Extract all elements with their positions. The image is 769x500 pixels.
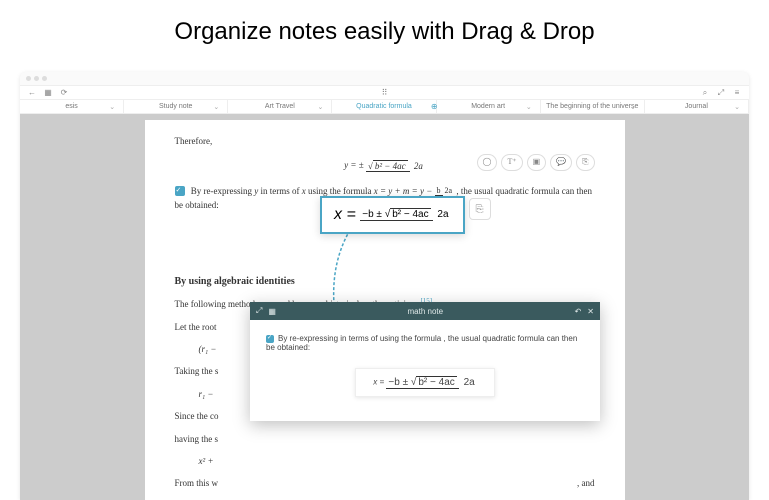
- tab-journal[interactable]: Journal ⌄: [645, 100, 749, 113]
- action-toolbar: ◯ T⁺ ▣ 💬 ⎘: [477, 154, 595, 171]
- chevron-down-icon[interactable]: ⌄: [318, 103, 324, 111]
- menu-icon[interactable]: ≡: [733, 89, 741, 97]
- back-icon[interactable]: ←: [28, 89, 36, 97]
- chevron-down-icon[interactable]: ⌄: [734, 103, 740, 111]
- note-title: math note: [407, 307, 443, 316]
- tab-study-note[interactable]: Study note ⌄: [124, 100, 228, 113]
- chevron-down-icon[interactable]: ⌄: [630, 103, 636, 111]
- close-icon[interactable]: ✕: [587, 307, 594, 316]
- text-tool-icon[interactable]: T⁺: [501, 154, 522, 171]
- grid-view-icon[interactable]: ▦: [44, 89, 52, 97]
- formula-lhs: x =: [373, 378, 384, 387]
- tab-art-travel[interactable]: Art Travel ⌄: [228, 100, 332, 113]
- tab-quadratic-formula[interactable]: Quadratic formula⊕: [332, 100, 436, 113]
- floating-note-window[interactable]: ⤢ ▦ math note ↶ ✕ By re-expressing in te…: [250, 302, 600, 421]
- grid-icon[interactable]: ▦: [268, 307, 276, 316]
- expand-arrows-icon[interactable]: ⤢: [256, 306, 262, 316]
- tab-bar: esis ⌄ Study note ⌄ Art Travel ⌄ Quadratic …: [20, 100, 749, 114]
- top-toolbar: ← ▦ ⟳ ⠿ ⌕ ⤢ ≡: [20, 86, 749, 100]
- search-icon[interactable]: ⌕: [701, 89, 709, 97]
- formula-den: 2a: [412, 161, 425, 171]
- checkbox-icon[interactable]: [266, 335, 274, 343]
- apps-grid-icon[interactable]: ⠿: [381, 89, 389, 97]
- heading-algebraic: By using algebraic identities: [175, 274, 595, 290]
- formula-lhs: x =: [334, 206, 356, 223]
- note-titlebar[interactable]: ⤢ ▦ math note ↶ ✕: [250, 302, 600, 320]
- image-tool-icon[interactable]: ▣: [527, 154, 547, 171]
- traffic-minimize[interactable]: [34, 76, 39, 81]
- formula-lhs: y = ±: [344, 160, 364, 170]
- tab-label: Art Travel: [265, 103, 295, 110]
- chevron-down-icon[interactable]: ⌄: [109, 103, 115, 111]
- refresh-icon[interactable]: ⟳: [60, 89, 68, 97]
- tab-label: Study note: [159, 103, 192, 110]
- chevron-down-icon[interactable]: ⌄: [213, 103, 219, 111]
- app-window: ← ▦ ⟳ ⠿ ⌕ ⤢ ≡ esis ⌄ Study note ⌄ Art Trav…: [20, 72, 749, 500]
- highlight-icon[interactable]: ◯: [477, 154, 498, 171]
- checkbox-icon[interactable]: [175, 186, 185, 196]
- tab-esis[interactable]: esis ⌄: [20, 100, 124, 113]
- comment-icon[interactable]: 💬: [550, 154, 572, 171]
- chevron-down-icon[interactable]: ⌄: [526, 103, 532, 111]
- link-icon[interactable]: ⎘: [576, 154, 594, 171]
- note-paragraph: By re-expressing in terms of using the f…: [266, 334, 584, 352]
- note-body[interactable]: By re-expressing in terms of using the f…: [250, 320, 600, 421]
- copy-icon[interactable]: ⎘: [469, 198, 491, 220]
- tab-modern-art[interactable]: Modern art ⌄: [437, 100, 541, 113]
- tab-label: esis: [65, 103, 77, 110]
- note-formula-card[interactable]: x = −b ± b² − 4ac 2a: [355, 368, 495, 397]
- window-titlebar: [20, 72, 749, 86]
- tab-label: Quadratic formula: [356, 103, 412, 110]
- tab-label: Modern art: [471, 103, 505, 110]
- tab-beginning-universe[interactable]: The beginning of the universe⌄: [541, 100, 645, 113]
- paragraph-therefore: Therefore,: [175, 134, 595, 148]
- tab-label: The beginning of the universe: [546, 103, 638, 110]
- dragged-formula-card[interactable]: x = −b ± b² − 4ac 2a ⎘: [320, 196, 465, 234]
- expr-x2: x² +: [199, 454, 595, 468]
- paragraph-having: having the s: [175, 432, 595, 446]
- expand-icon[interactable]: ⤢: [717, 89, 725, 97]
- marketing-headline: Organize notes easily with Drag & Drop: [0, 0, 769, 56]
- paragraph-from: From this w , and: [175, 476, 595, 490]
- tab-label: Journal: [685, 103, 708, 110]
- traffic-zoom[interactable]: [42, 76, 47, 81]
- traffic-close[interactable]: [26, 76, 31, 81]
- formula-num: b² − 4ac: [373, 160, 408, 171]
- undo-icon[interactable]: ↶: [575, 307, 582, 316]
